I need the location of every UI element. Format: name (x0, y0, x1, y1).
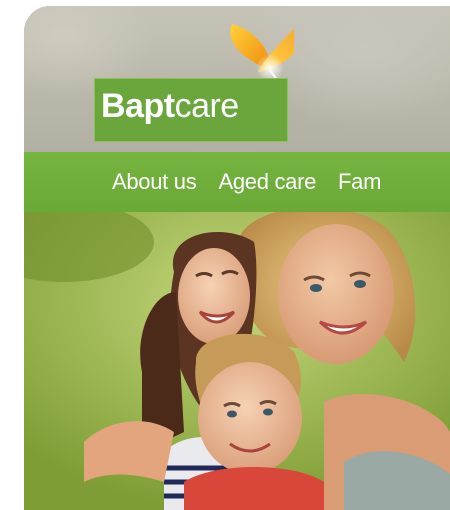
nav-items: About us Aged care Fam (112, 169, 381, 195)
hero-photo (24, 212, 450, 510)
logo-text-bold: Bapt (101, 87, 175, 125)
main-nav: About us Aged care Fam (24, 152, 450, 212)
baptcare-logo[interactable]: Baptcare (94, 12, 294, 142)
header: Baptcare (24, 6, 450, 152)
nav-item-aged-care[interactable]: Aged care (218, 169, 316, 195)
logo-text-regular: care (174, 87, 240, 125)
site-frame: Baptcare About us Aged care Fam (24, 6, 450, 510)
family-photo-icon (24, 212, 450, 510)
logo-text: Baptcare (101, 87, 239, 126)
nav-item-family[interactable]: Fam (338, 169, 381, 195)
nav-item-about-us[interactable]: About us (112, 169, 197, 195)
logo-box: Baptcare (94, 78, 288, 142)
